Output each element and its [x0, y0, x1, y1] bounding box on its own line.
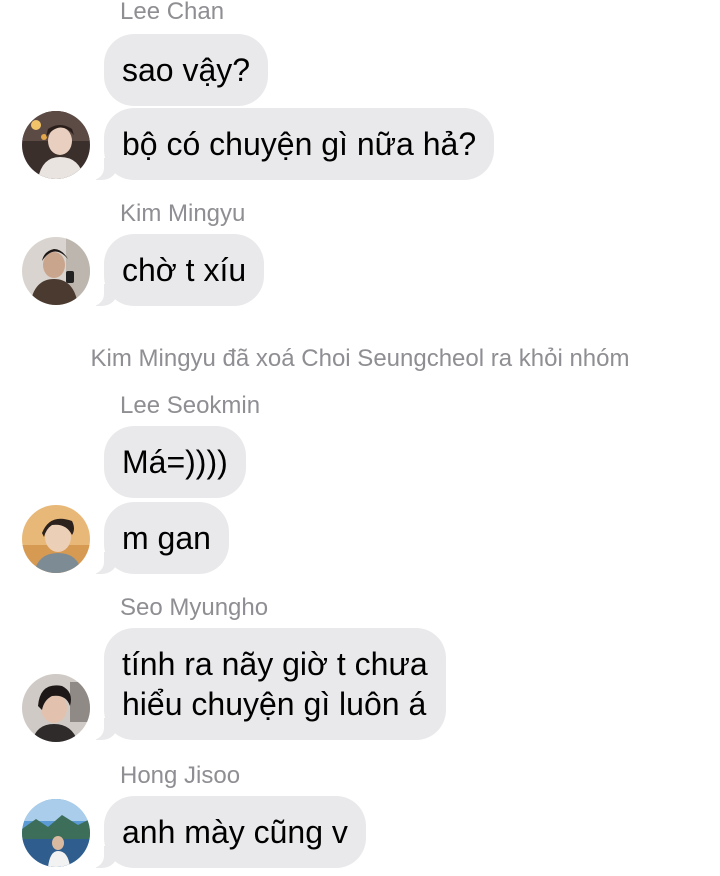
sender-name: Kim Mingyu: [120, 200, 246, 227]
message-text: sao vậy?: [122, 52, 251, 88]
sender-name: Hong Jisoo: [120, 762, 241, 789]
message-bubble[interactable]: chờ t xíu: [89, 234, 265, 306]
sender-name: Seo Myungho: [120, 594, 269, 621]
message-text: Má=)))): [122, 444, 228, 480]
message-text: bộ có chuyện gì nữa hả?: [122, 126, 477, 162]
message-bubble[interactable]: m gan: [90, 502, 229, 574]
message-bubble[interactable]: bộ có chuyện gì nữa hả?: [89, 108, 495, 180]
message-bubble[interactable]: Má=)))): [104, 426, 246, 498]
message-bubble[interactable]: anh mày cũng v: [90, 796, 366, 868]
message-bubble[interactable]: sao vậy?: [104, 34, 269, 106]
sender-name: Lee Chan: [120, 0, 225, 25]
message-bubble[interactable]: tính ra nãy giờ t chưa hiểu chuyện gì lu…: [90, 628, 446, 740]
avatar-kim-mingyu-icon[interactable]: [22, 237, 90, 305]
message-text: tính ra nãy giờ t chưa: [122, 646, 428, 682]
message-text: chờ t xíu: [122, 252, 247, 288]
message-text: m gan: [122, 520, 211, 556]
message-text: anh mày cũng v: [122, 814, 348, 850]
avatar-hong-jisoo-icon[interactable]: [22, 799, 90, 867]
message-text: hiểu chuyện gì luôn á: [122, 686, 427, 722]
avatar-lee-seokmin-icon[interactable]: [22, 505, 90, 573]
system-message: Kim Mingyu đã xoá Choi Seungcheol ra khỏ…: [90, 345, 630, 372]
avatar-seo-myungho-icon[interactable]: [22, 674, 90, 742]
sender-name: Lee Seokmin: [120, 392, 261, 419]
avatar-lee-chan-icon[interactable]: [22, 111, 90, 179]
